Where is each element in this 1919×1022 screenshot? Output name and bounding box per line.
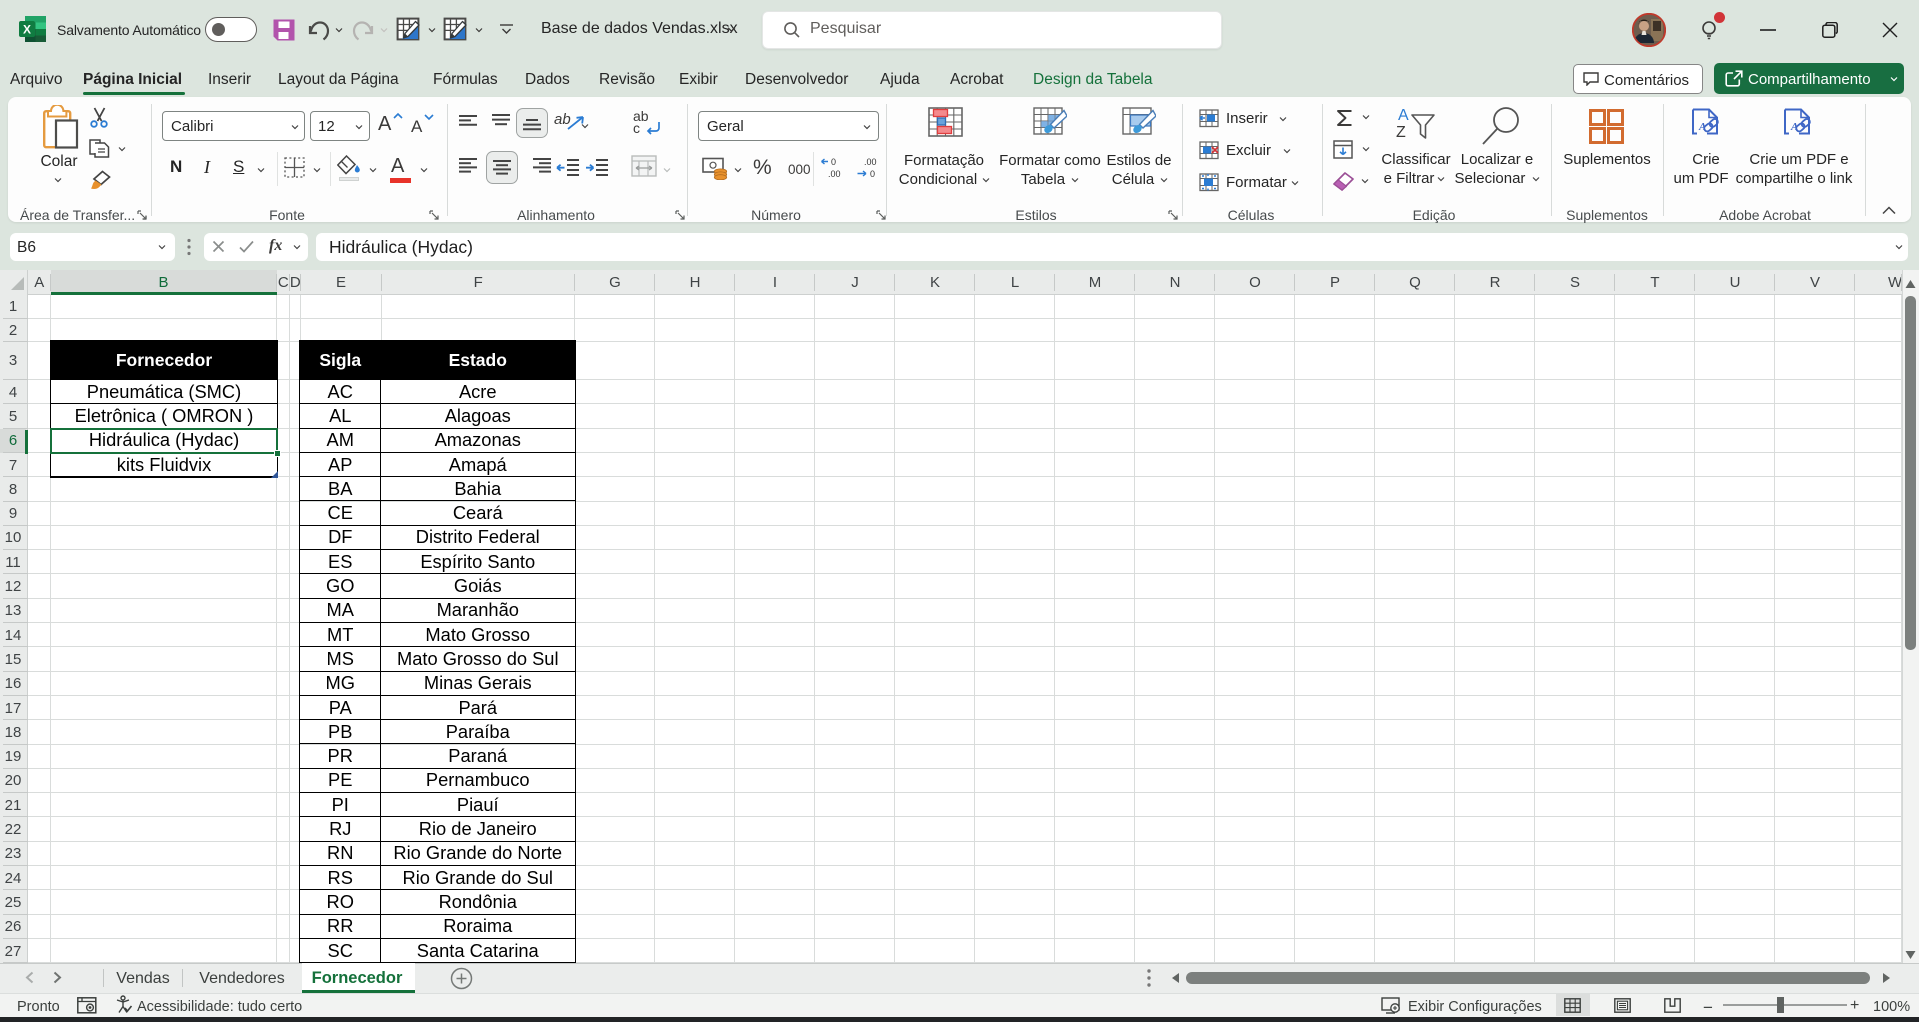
svg-text:0: 0 bbox=[870, 169, 875, 179]
svg-text:X: X bbox=[23, 23, 31, 37]
svg-text:.00: .00 bbox=[828, 169, 841, 179]
svg-text:.00: .00 bbox=[864, 157, 877, 167]
svg-text:0: 0 bbox=[831, 157, 836, 167]
